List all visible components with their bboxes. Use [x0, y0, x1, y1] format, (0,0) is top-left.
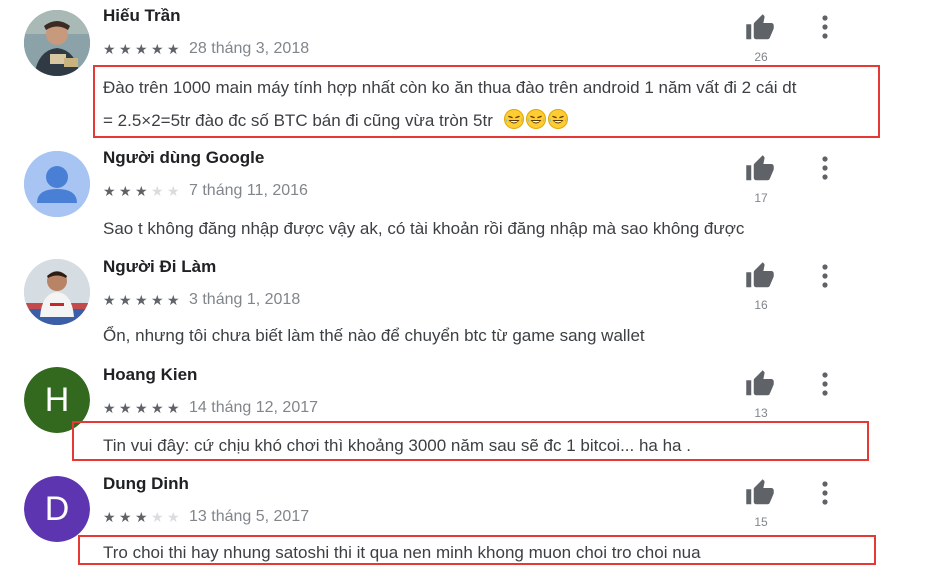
- star-rating: ★ ★ ★ ★ ★: [103, 41, 183, 57]
- review-item: D Dung Dinh ★ ★ ★ ★ ★ 13 tháng 5, 2017 1…: [0, 469, 927, 581]
- star-icon: ★: [135, 509, 148, 525]
- star-icon: ★: [103, 292, 116, 308]
- star-icon: ★: [135, 292, 148, 308]
- star-icon: ★: [167, 509, 180, 525]
- avatar: [24, 151, 90, 217]
- highlight-box: [78, 535, 876, 565]
- review-item: H Hoang Kien ★ ★ ★ ★ ★ 14 tháng 12, 2017…: [0, 361, 927, 469]
- star-rating: ★ ★ ★ ★ ★: [103, 292, 183, 308]
- avatar: D: [24, 476, 90, 542]
- more-vert-icon[interactable]: [818, 14, 832, 40]
- star-icon: ★: [151, 292, 164, 308]
- default-user-avatar: [24, 151, 90, 217]
- review-text: Sao t không đăng nhập được vậy ak, có tà…: [103, 219, 745, 238]
- avatar-letter: D: [44, 489, 70, 528]
- rating-row: ★ ★ ★ ★ ★ 13 tháng 5, 2017: [103, 508, 309, 526]
- more-vert-icon[interactable]: [818, 263, 832, 289]
- review-item: Hiếu Trần ★ ★ ★ ★ ★ 28 tháng 3, 2018 26 …: [0, 0, 927, 145]
- thumbs-up-icon[interactable]: [744, 369, 776, 399]
- star-icon: ★: [103, 509, 116, 525]
- review-date: 13 tháng 5, 2017: [189, 508, 310, 525]
- avatar-photo: [24, 259, 90, 325]
- star-icon: ★: [103, 400, 116, 416]
- more-vert-icon[interactable]: [818, 155, 832, 181]
- star-rating: ★ ★ ★ ★ ★: [103, 509, 183, 525]
- avatar-letter: H: [44, 380, 70, 419]
- star-icon: ★: [151, 41, 164, 57]
- rating-row: ★ ★ ★ ★ ★ 14 tháng 12, 2017: [103, 399, 318, 417]
- thumbs-up-icon[interactable]: [744, 13, 776, 43]
- star-icon: ★: [103, 183, 116, 199]
- review-author: Hoang Kien: [103, 365, 198, 384]
- thumbs-up-icon[interactable]: [744, 154, 776, 184]
- helpful-count: 26: [754, 50, 768, 64]
- review-date: 3 tháng 1, 2018: [189, 291, 301, 308]
- helpful-count: 15: [754, 515, 768, 529]
- star-rating: ★ ★ ★ ★ ★: [103, 400, 183, 416]
- star-icon: ★: [119, 292, 132, 308]
- more-vert-icon[interactable]: [818, 480, 832, 506]
- star-icon: ★: [119, 509, 132, 525]
- highlight-box: [72, 421, 869, 461]
- star-icon: ★: [103, 41, 116, 57]
- star-icon: ★: [167, 183, 180, 199]
- star-icon: ★: [167, 400, 180, 416]
- star-icon: ★: [119, 400, 132, 416]
- review-item: Người dùng Google ★ ★ ★ ★ ★ 7 tháng 11, …: [0, 145, 927, 253]
- helpful-count: 13: [754, 406, 768, 420]
- star-icon: ★: [167, 41, 180, 57]
- star-icon: ★: [119, 183, 132, 199]
- more-vert-icon[interactable]: [818, 371, 832, 397]
- rating-row: ★ ★ ★ ★ ★ 7 tháng 11, 2016: [103, 182, 308, 200]
- helpful-count: 16: [754, 298, 768, 312]
- review-date: 28 tháng 3, 2018: [189, 40, 310, 57]
- review-author: Dung Dinh: [103, 474, 189, 493]
- star-icon: ★: [151, 183, 164, 199]
- star-icon: ★: [135, 400, 148, 416]
- review-item: Người Đi Làm ★ ★ ★ ★ ★ 3 tháng 1, 2018 1…: [0, 253, 927, 361]
- star-icon: ★: [151, 509, 164, 525]
- review-author: Người Đi Làm: [103, 257, 217, 276]
- star-rating: ★ ★ ★ ★ ★: [103, 183, 183, 199]
- thumbs-up-icon[interactable]: [744, 261, 776, 291]
- star-icon: ★: [151, 400, 164, 416]
- review-author: Người dùng Google: [103, 148, 265, 167]
- review-date: 14 tháng 12, 2017: [189, 399, 319, 416]
- rating-row: ★ ★ ★ ★ ★ 28 tháng 3, 2018: [103, 40, 309, 58]
- review-author: Hiếu Trần: [103, 6, 181, 25]
- thumbs-up-icon[interactable]: [744, 478, 776, 508]
- rating-row: ★ ★ ★ ★ ★ 3 tháng 1, 2018: [103, 291, 300, 309]
- star-icon: ★: [119, 41, 132, 57]
- star-icon: ★: [167, 292, 180, 308]
- helpful-count: 17: [754, 191, 768, 205]
- review-text: Ổn, nhưng tôi chưa biết làm thế nào để c…: [103, 326, 645, 345]
- highlight-box: [93, 65, 880, 138]
- star-icon: ★: [135, 183, 148, 199]
- avatar: [24, 10, 90, 76]
- star-icon: ★: [135, 41, 148, 57]
- avatar-photo: [24, 10, 90, 76]
- avatar: [24, 259, 90, 325]
- review-date: 7 tháng 11, 2016: [189, 182, 308, 199]
